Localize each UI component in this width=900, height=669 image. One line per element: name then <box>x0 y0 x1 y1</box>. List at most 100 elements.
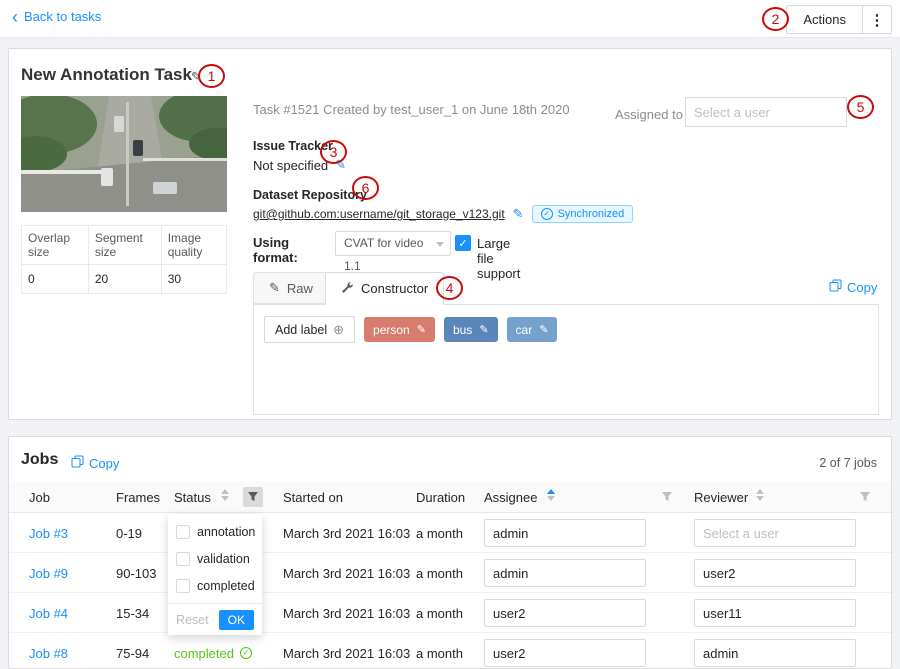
filter-option-validation[interactable]: validation <box>168 545 262 572</box>
edit-icon[interactable]: ✎ <box>539 323 548 336</box>
col-status: Status <box>174 481 211 513</box>
duration-cell: a month <box>416 553 463 593</box>
param-header: Overlap size <box>22 226 89 265</box>
sort-icon-reviewer[interactable] <box>756 489 764 501</box>
table-row: Job #9 90-103 March 3rd 2021 16:03 a mon… <box>9 553 891 593</box>
started-cell: March 3rd 2021 16:03 <box>283 633 410 669</box>
job-link[interactable]: Job #3 <box>29 526 68 541</box>
col-reviewer: Reviewer <box>694 481 748 513</box>
add-label-button[interactable]: Add label ⊕ <box>264 316 355 343</box>
labels-constructor-panel: Add label ⊕ person ✎ bus ✎ car ✎ <box>253 304 879 415</box>
task-card: New Annotation Task ✎ Overlap size Segme… <box>8 48 892 420</box>
issue-tracker-value: Not specified <box>253 158 328 173</box>
duration-cell: a month <box>416 633 463 669</box>
format-select[interactable]: CVAT for video 1.1 <box>335 231 451 256</box>
back-to-tasks-link[interactable]: ‹ Back to tasks <box>12 9 101 24</box>
sort-icon-status[interactable] <box>221 489 229 501</box>
col-frames: Frames <box>116 481 160 513</box>
job-link[interactable]: Job #4 <box>29 606 68 621</box>
format-select-value: CVAT for video 1.1 <box>344 236 423 273</box>
table-row: Job #4 15-34 March 3rd 2021 16:03 a mont… <box>9 593 891 633</box>
filter-ok-button[interactable]: OK <box>219 610 254 630</box>
col-started: Started on <box>283 481 343 513</box>
duration-cell: a month <box>416 513 463 553</box>
dataset-repository-label: Dataset Repository <box>253 188 367 202</box>
started-cell: March 3rd 2021 16:03 <box>283 593 410 633</box>
edit-icon[interactable]: ✎ <box>479 323 488 336</box>
sync-check-icon: ✓ <box>541 208 553 220</box>
tab-raw[interactable]: ✎ Raw <box>253 272 329 304</box>
checkbox[interactable] <box>176 525 190 539</box>
checkbox[interactable] <box>176 579 190 593</box>
actions-button[interactable]: Actions <box>786 5 863 34</box>
duration-cell: a month <box>416 593 463 633</box>
filter-option-annotation[interactable]: annotation <box>168 518 262 545</box>
annotation-circle-3: 3 <box>320 140 347 164</box>
tab-raw-label: Raw <box>287 281 313 296</box>
chevron-down-icon <box>436 242 444 247</box>
status-filter-dropdown: annotation validation completed Reset OK <box>168 514 262 635</box>
started-cell: March 3rd 2021 16:03 <box>283 513 410 553</box>
sort-icon-assignee[interactable] <box>547 489 555 501</box>
edit-repository-icon[interactable]: ✎ <box>513 206 524 222</box>
param-value: 0 <box>22 265 89 294</box>
task-meta: Task #1521 Created by test_user_1 on Jun… <box>253 102 570 117</box>
page-title: New Annotation Task <box>21 65 192 85</box>
filter-option-completed[interactable]: completed <box>168 572 262 599</box>
copy-label: Copy <box>847 280 877 295</box>
annotation-circle-6: 6 <box>352 176 379 200</box>
reviewer-input[interactable] <box>694 519 856 547</box>
copy-icon <box>829 279 842 295</box>
more-icon: ⋮ <box>870 12 885 29</box>
tab-constructor-label: Constructor <box>361 281 428 296</box>
road-scene-image <box>21 96 227 212</box>
filter-icon-reviewer[interactable] <box>859 491 871 503</box>
label-tag-person[interactable]: person ✎ <box>364 317 435 342</box>
reviewer-input[interactable] <box>694 639 856 667</box>
param-header: Image quality <box>161 226 226 265</box>
job-link[interactable]: Job #8 <box>29 646 68 661</box>
edit-icon[interactable]: ✎ <box>417 323 426 336</box>
tool-icon <box>341 281 354 297</box>
actions-button-group: Actions ⋮ <box>786 5 892 34</box>
assigned-to-label: Assigned to <box>615 107 683 122</box>
job-link[interactable]: Job #9 <box>29 566 68 581</box>
label-tag-car[interactable]: car ✎ <box>507 317 558 342</box>
annotation-circle-2: 2 <box>762 7 789 31</box>
actions-dropdown-button[interactable]: ⋮ <box>862 5 892 34</box>
copy-labels-button[interactable]: Copy <box>829 279 877 295</box>
assignee-input[interactable] <box>484 519 646 547</box>
large-file-checkbox[interactable]: ✓ <box>455 235 471 251</box>
task-preview-image <box>21 96 227 212</box>
annotation-circle-4: 4 <box>436 276 463 300</box>
sync-status-badge: ✓ Synchronized <box>532 205 634 223</box>
reviewer-input[interactable] <box>694 599 856 627</box>
param-value: 20 <box>88 265 161 294</box>
edit-icon: ✎ <box>269 280 280 296</box>
checkbox[interactable] <box>176 552 190 566</box>
label-tag-name: bus <box>453 323 472 337</box>
frames-cell: 90-103 <box>116 553 156 593</box>
frames-cell: 0-19 <box>116 513 142 553</box>
jobs-count: 2 of 7 jobs <box>819 456 877 470</box>
assignee-input[interactable] <box>484 639 646 667</box>
tab-constructor[interactable]: Constructor <box>325 272 444 305</box>
copy-icon <box>71 455 84 471</box>
sync-status-label: Synchronized <box>558 208 625 220</box>
plus-circle-icon: ⊕ <box>333 323 344 336</box>
annotation-circle-5: 5 <box>847 95 874 119</box>
task-assignee-select[interactable] <box>685 97 847 127</box>
copy-jobs-button[interactable]: Copy <box>71 455 119 471</box>
assignee-input[interactable] <box>484 599 646 627</box>
label-tag-name: person <box>373 323 410 337</box>
frames-cell: 75-94 <box>116 633 149 669</box>
frames-cell: 15-34 <box>116 593 149 633</box>
assignee-input[interactable] <box>484 559 646 587</box>
filter-icon-assignee[interactable] <box>661 491 673 503</box>
back-label: Back to tasks <box>24 9 101 24</box>
reviewer-input[interactable] <box>694 559 856 587</box>
label-tag-bus[interactable]: bus ✎ <box>444 317 498 342</box>
repository-url[interactable]: git@github.com:username/git_storage_v123… <box>253 207 505 221</box>
filter-reset-button[interactable]: Reset <box>176 613 209 627</box>
filter-icon-status[interactable] <box>243 487 263 507</box>
